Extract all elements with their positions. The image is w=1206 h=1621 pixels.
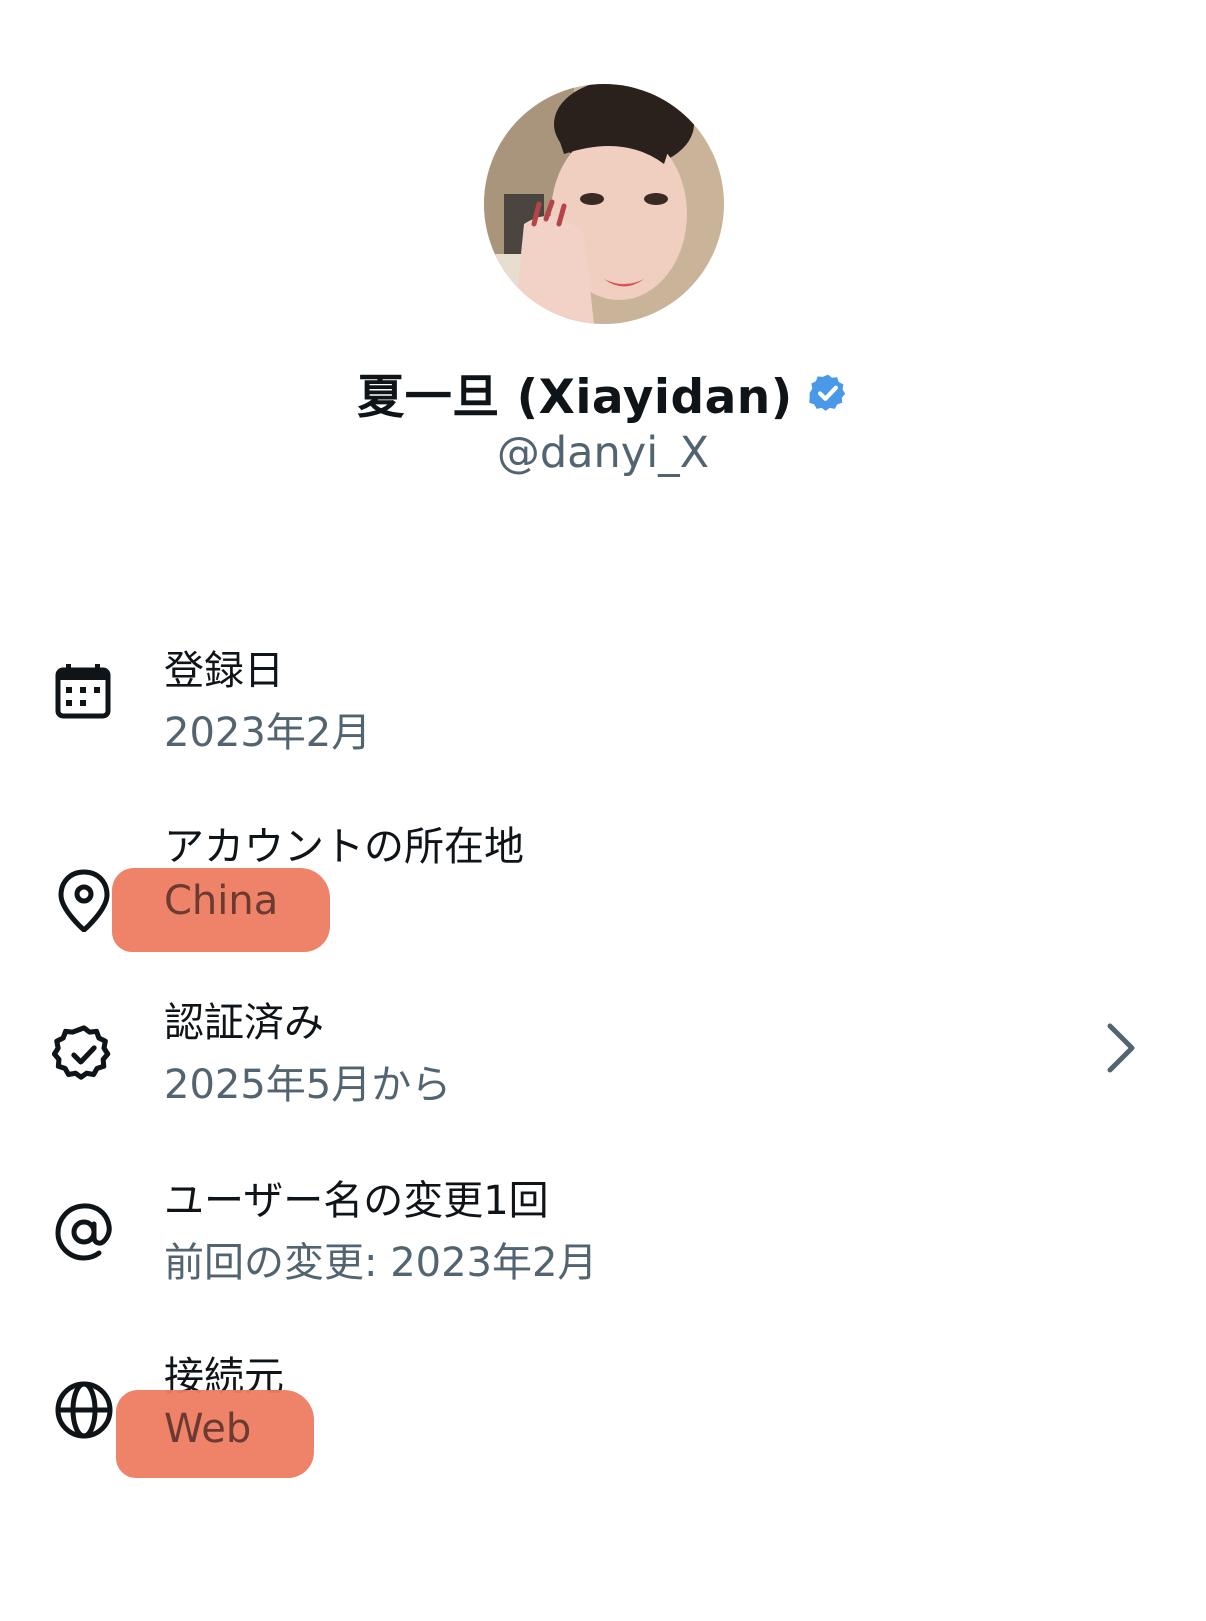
username-changes-value: 前回の変更: 2023年2月 <box>164 1240 598 1286</box>
verified-value: 2025年5月から <box>164 1062 452 1108</box>
verified-check-icon <box>51 1022 116 1086</box>
profile-avatar[interactable] <box>484 84 724 324</box>
at-sign-icon <box>52 1200 116 1264</box>
location-pin-icon <box>52 868 116 933</box>
row-verified[interactable]: 認証済み 2025年5月から <box>0 988 1206 1118</box>
row-username-changes: ユーザー名の変更1回 前回の変更: 2023年2月 <box>0 1166 1206 1296</box>
handle: @danyi_X <box>496 428 710 478</box>
row-account-location: アカウントの所在地 China <box>0 812 1206 962</box>
joined-value: 2023年2月 <box>164 710 372 756</box>
connected-via-value: Web <box>164 1406 252 1452</box>
verified-label: 認証済み <box>164 1000 324 1046</box>
location-value: China <box>164 878 279 924</box>
row-connected-via: 接続元 Web <box>0 1342 1206 1492</box>
display-name: 夏一旦 (Xiayidan) <box>357 370 793 425</box>
row-joined: 登録日 2023年2月 <box>0 636 1206 756</box>
joined-label: 登録日 <box>164 648 284 694</box>
calendar-icon <box>52 660 116 724</box>
profile-name-row: 夏一旦 (Xiayidan) <box>0 358 1206 427</box>
username-changes-label: ユーザー名の変更1回 <box>164 1178 549 1224</box>
verified-badge-icon[interactable] <box>807 372 849 414</box>
chevron-right-icon[interactable] <box>1100 1018 1144 1078</box>
globe-icon <box>52 1378 116 1442</box>
location-label: アカウントの所在地 <box>164 824 524 870</box>
